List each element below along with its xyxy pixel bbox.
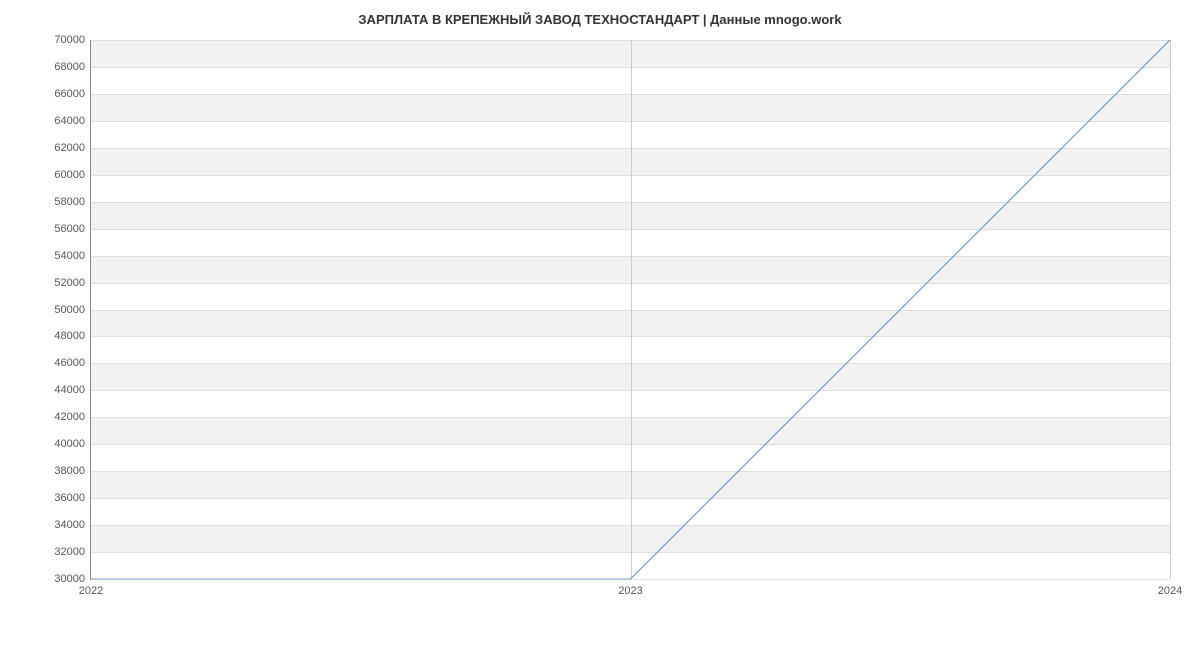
y-tick-label: 66000 (54, 88, 85, 100)
plot-region: 3000032000340003600038000400004200044000… (90, 40, 1170, 580)
y-tick-label: 68000 (54, 61, 85, 73)
x-tick-label: 2024 (1158, 585, 1182, 597)
vgrid-line (1170, 40, 1171, 579)
y-tick-label: 36000 (54, 492, 85, 504)
y-tick-label: 50000 (54, 304, 85, 316)
y-tick-label: 42000 (54, 411, 85, 423)
y-tick-label: 58000 (54, 196, 85, 208)
y-tick-label: 62000 (54, 142, 85, 154)
y-tick-label: 32000 (54, 546, 85, 558)
y-tick-label: 70000 (54, 34, 85, 46)
y-tick-label: 44000 (54, 384, 85, 396)
x-tick-label: 2023 (618, 585, 642, 597)
y-tick-label: 52000 (54, 277, 85, 289)
line-series (91, 40, 1170, 579)
y-tick-label: 38000 (54, 465, 85, 477)
y-tick-label: 30000 (54, 573, 85, 585)
x-tick-label: 2022 (79, 585, 103, 597)
y-tick-label: 46000 (54, 357, 85, 369)
y-tick-label: 60000 (54, 169, 85, 181)
y-tick-label: 56000 (54, 223, 85, 235)
y-tick-label: 64000 (54, 115, 85, 127)
y-tick-label: 48000 (54, 330, 85, 342)
y-tick-label: 34000 (54, 519, 85, 531)
chart-area: 3000032000340003600038000400004200044000… (90, 40, 1170, 600)
y-tick-label: 54000 (54, 250, 85, 262)
y-tick-label: 40000 (54, 438, 85, 450)
chart-title: ЗАРПЛАТА В КРЕПЕЖНЫЙ ЗАВОД ТЕХНОСТАНДАРТ… (0, 0, 1200, 40)
